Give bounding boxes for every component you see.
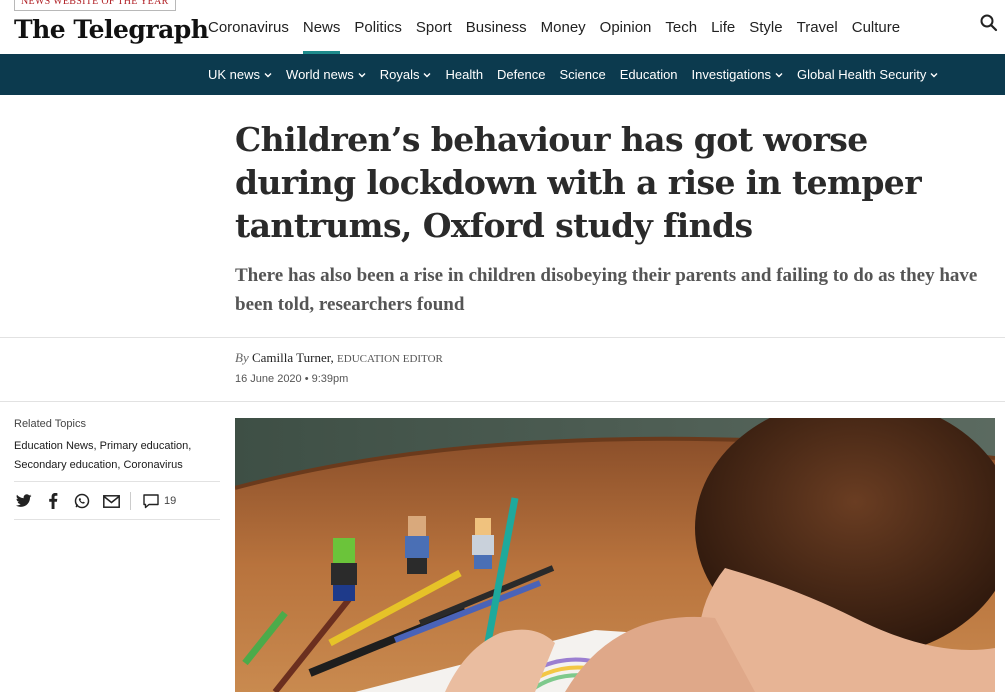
byline-prefix: By bbox=[235, 350, 249, 365]
section-nav-label: Science bbox=[559, 67, 606, 82]
main-nav-item-culture[interactable]: Culture bbox=[845, 0, 907, 54]
comment-icon[interactable] bbox=[141, 492, 161, 510]
section-nav-item-world-news[interactable]: World news bbox=[286, 67, 366, 82]
section-nav-label: Global Health Security bbox=[797, 67, 927, 82]
search-icon[interactable] bbox=[979, 13, 999, 33]
main-nav-item-style[interactable]: Style bbox=[742, 0, 789, 54]
share-divider bbox=[130, 492, 131, 510]
section-nav-item-royals[interactable]: Royals bbox=[380, 67, 432, 82]
main-nav-item-sport[interactable]: Sport bbox=[409, 0, 459, 54]
related-topic-link[interactable]: Primary education bbox=[100, 440, 189, 452]
twitter-icon[interactable] bbox=[14, 492, 34, 510]
main-nav-item-life[interactable]: Life bbox=[704, 0, 742, 54]
email-icon[interactable] bbox=[101, 492, 121, 510]
comment-count[interactable]: 19 bbox=[164, 495, 176, 507]
chevron-down-icon bbox=[423, 72, 431, 77]
section-nav-label: Education bbox=[619, 67, 678, 82]
share-bar: 19 bbox=[14, 490, 176, 512]
top-bar: NEWS WEBSITE OF THE YEAR The Telegraph C… bbox=[0, 0, 1005, 54]
section-nav: UK news World news Royals Health Defence Scie… bbox=[0, 54, 1005, 95]
section-nav-item-global-health-security[interactable]: Global Health Security bbox=[797, 67, 938, 82]
section-nav-item-education[interactable]: Education bbox=[620, 67, 678, 82]
chevron-down-icon bbox=[264, 72, 272, 77]
whatsapp-icon[interactable] bbox=[72, 492, 92, 510]
section-nav-label: Investigations bbox=[691, 67, 772, 82]
main-nav-item-tech[interactable]: Tech bbox=[658, 0, 704, 54]
related-topics-list: Education News, Primary education, Secon… bbox=[14, 437, 214, 475]
article-headline: Children’s behaviour has got worse durin… bbox=[235, 120, 922, 245]
divider bbox=[0, 337, 1005, 338]
facebook-icon[interactable] bbox=[43, 492, 63, 510]
main-nav-item-travel[interactable]: Travel bbox=[790, 0, 845, 54]
telegraph-logo[interactable]: The Telegraph bbox=[14, 14, 209, 46]
main-nav-item-opinion[interactable]: Opinion bbox=[593, 0, 659, 54]
chevron-down-icon bbox=[358, 72, 366, 77]
article-standfirst: There has also been a rise in children d… bbox=[235, 265, 978, 315]
section-nav-item-science[interactable]: Science bbox=[559, 67, 605, 82]
related-topic-link[interactable]: Education News bbox=[14, 440, 94, 452]
main-nav: Coronavirus News Politics Sport Business Mone… bbox=[208, 0, 907, 54]
related-topic-link[interactable]: Secondary education bbox=[14, 459, 117, 471]
byline: By Camilla Turner, EDUCATION EDITOR bbox=[235, 350, 443, 366]
award-badge: NEWS WEBSITE OF THE YEAR bbox=[14, 0, 176, 11]
main-nav-item-coronavirus[interactable]: Coronavirus bbox=[208, 0, 296, 54]
section-nav-label: UK news bbox=[208, 67, 261, 82]
main-nav-item-news[interactable]: News bbox=[296, 0, 348, 54]
main-nav-item-money[interactable]: Money bbox=[534, 0, 593, 54]
topic-separator: , bbox=[188, 440, 192, 452]
section-nav-item-investigations[interactable]: Investigations bbox=[692, 67, 784, 82]
divider bbox=[14, 519, 220, 520]
section-nav-label: Health bbox=[445, 67, 484, 82]
section-nav-item-uk-news[interactable]: UK news bbox=[208, 67, 272, 82]
divider bbox=[0, 401, 1005, 402]
child-drawing-photo bbox=[235, 418, 995, 692]
section-nav-label: World news bbox=[286, 67, 354, 82]
section-nav-label: Defence bbox=[497, 67, 546, 82]
related-topics-label: Related Topics bbox=[14, 418, 86, 430]
main-nav-item-business[interactable]: Business bbox=[459, 0, 534, 54]
main-nav-item-politics[interactable]: Politics bbox=[347, 0, 409, 54]
publish-date: 16 June 2020 • 9:39pm bbox=[235, 373, 349, 385]
author-role: EDUCATION EDITOR bbox=[337, 353, 443, 365]
chevron-down-icon bbox=[775, 72, 783, 77]
related-topic-link[interactable]: Coronavirus bbox=[123, 459, 182, 471]
article-hero-image[interactable] bbox=[235, 418, 995, 692]
chevron-down-icon bbox=[930, 72, 938, 77]
section-nav-label: Royals bbox=[379, 67, 420, 82]
section-nav-item-health[interactable]: Health bbox=[445, 67, 483, 82]
section-nav-item-defence[interactable]: Defence bbox=[497, 67, 545, 82]
author-name[interactable]: Camilla Turner, bbox=[252, 350, 334, 365]
divider bbox=[14, 481, 220, 482]
